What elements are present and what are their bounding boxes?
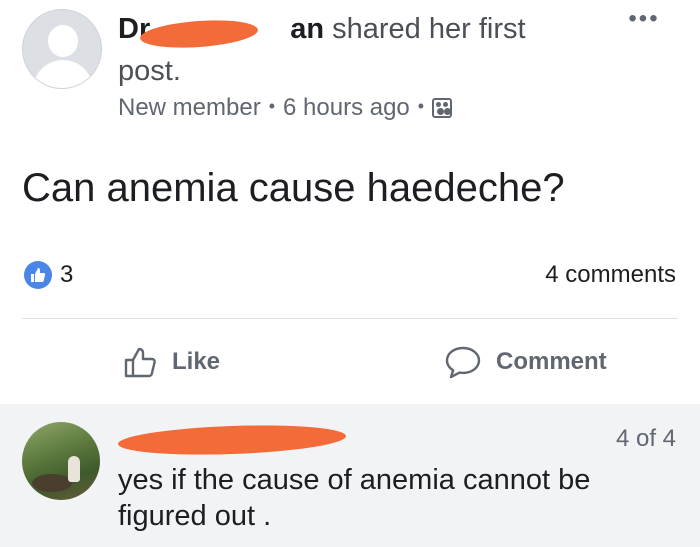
author-avatar[interactable] xyxy=(22,9,102,89)
author-name-suffix: an xyxy=(290,13,325,45)
group-audience-icon xyxy=(432,98,453,118)
commenter-avatar[interactable] xyxy=(22,422,100,500)
post-action-bar: Like Comment xyxy=(0,322,700,400)
post-header: Dr an shared her first post. ••• New memb… xyxy=(0,0,700,130)
name-redaction-mark xyxy=(139,16,259,52)
author-name[interactable]: Dr an xyxy=(118,13,325,52)
post-meta: New member • 6 hours ago • xyxy=(118,90,453,124)
post-timestamp[interactable]: 6 hours ago xyxy=(283,94,410,121)
post-body: Can anemia cause haedeche? xyxy=(22,166,565,210)
more-options-icon[interactable]: ••• xyxy=(622,4,666,34)
member-role[interactable]: New member xyxy=(118,94,261,121)
comments-count-link[interactable]: 4 comments xyxy=(545,260,676,290)
like-reaction-icon[interactable] xyxy=(24,261,52,289)
speech-bubble-icon xyxy=(445,346,481,379)
comment-position: 4 of 4 xyxy=(615,425,676,452)
avatar-photo-rock xyxy=(32,474,72,492)
avatar-photo-person xyxy=(68,456,80,482)
like-button[interactable]: Like xyxy=(124,342,220,382)
post-author-line: Dr an shared her first post. xyxy=(118,8,588,92)
reaction-count[interactable]: 3 xyxy=(60,260,73,290)
commenter-name[interactable] xyxy=(117,422,348,458)
meta-separator: • xyxy=(417,96,425,116)
comment-button[interactable]: Comment xyxy=(444,342,607,382)
name-redaction-mark xyxy=(117,422,347,458)
meta-separator: • xyxy=(268,96,276,116)
divider xyxy=(22,318,678,319)
comment-text: yes if the cause of anemia cannot be fig… xyxy=(118,464,591,532)
thumbs-up-glyph xyxy=(31,268,46,282)
comment-label: Comment xyxy=(496,348,607,375)
like-label: Like xyxy=(172,348,221,375)
default-avatar-shoulders xyxy=(33,60,93,88)
default-avatar-head xyxy=(48,25,78,57)
comment-item: 4 of 4 yes if the cause of anemia cannot… xyxy=(0,404,700,547)
thumbs-up-icon xyxy=(124,347,156,378)
